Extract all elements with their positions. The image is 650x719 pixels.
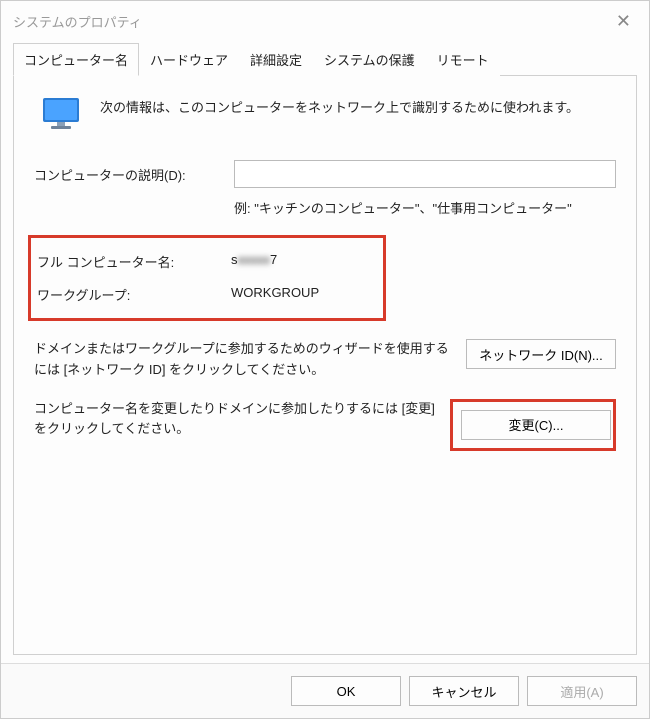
cancel-button[interactable]: キャンセル xyxy=(409,676,519,706)
description-label: コンピューターの説明(D): xyxy=(34,165,234,184)
intro-text: 次の情報は、このコンピューターをネットワーク上で識別するために使われます。 xyxy=(100,94,616,118)
window-title: システムのプロパティ xyxy=(13,12,142,31)
tab-system-protection[interactable]: システムの保護 xyxy=(313,43,426,76)
change-text: コンピューター名を変更したりドメインに参加したりするには [変更] をクリックし… xyxy=(34,399,436,441)
description-example: 例: "キッチンのコンピューター"、"仕事用コンピューター" xyxy=(234,198,616,217)
tabs: コンピューター名 ハードウェア 詳細設定 システムの保護 リモート xyxy=(13,42,637,76)
network-id-button[interactable]: ネットワーク ID(N)... xyxy=(466,339,616,369)
tab-computer-name[interactable]: コンピューター名 xyxy=(13,43,139,76)
monitor-icon xyxy=(40,96,82,132)
network-id-row: ドメインまたはワークグループに参加するためのウィザードを使用するには [ネットワ… xyxy=(34,339,616,381)
full-computer-name-row: フル コンピューター名: sxxxxx7 xyxy=(31,252,375,271)
highlight-info-box: フル コンピューター名: sxxxxx7 ワークグループ: WORKGROUP xyxy=(28,235,386,321)
intro-row: 次の情報は、このコンピューターをネットワーク上で識別するために使われます。 xyxy=(34,94,616,132)
workgroup-row: ワークグループ: WORKGROUP xyxy=(31,285,375,304)
full-computer-name-value: sxxxxx7 xyxy=(231,252,277,271)
titlebar: システムのプロパティ ✕ xyxy=(1,1,649,38)
workgroup-label: ワークグループ: xyxy=(31,285,231,304)
tab-hardware[interactable]: ハードウェア xyxy=(139,43,239,76)
system-properties-window: システムのプロパティ ✕ コンピューター名 ハードウェア 詳細設定 システムの保… xyxy=(0,0,650,719)
tab-panel-computer-name: 次の情報は、このコンピューターをネットワーク上で識別するために使われます。 コン… xyxy=(13,76,637,655)
apply-button[interactable]: 適用(A) xyxy=(527,676,637,706)
workgroup-value: WORKGROUP xyxy=(231,285,319,304)
dialog-footer: OK キャンセル 適用(A) xyxy=(1,663,649,718)
content-area: コンピューター名 ハードウェア 詳細設定 システムの保護 リモート 次の情報は、… xyxy=(1,38,649,663)
full-computer-name-label: フル コンピューター名: xyxy=(31,252,231,271)
tab-advanced[interactable]: 詳細設定 xyxy=(239,43,313,76)
network-id-text: ドメインまたはワークグループに参加するためのウィザードを使用するには [ネットワ… xyxy=(34,339,452,381)
description-row: コンピューターの説明(D): xyxy=(34,160,616,188)
change-button[interactable]: 変更(C)... xyxy=(461,410,611,440)
change-row: コンピューター名を変更したりドメインに参加したりするには [変更] をクリックし… xyxy=(34,399,616,451)
highlight-change-box: 変更(C)... xyxy=(450,399,616,451)
tab-remote[interactable]: リモート xyxy=(426,43,500,76)
description-input[interactable] xyxy=(234,160,616,188)
close-icon[interactable]: ✕ xyxy=(610,11,637,32)
ok-button[interactable]: OK xyxy=(291,676,401,706)
